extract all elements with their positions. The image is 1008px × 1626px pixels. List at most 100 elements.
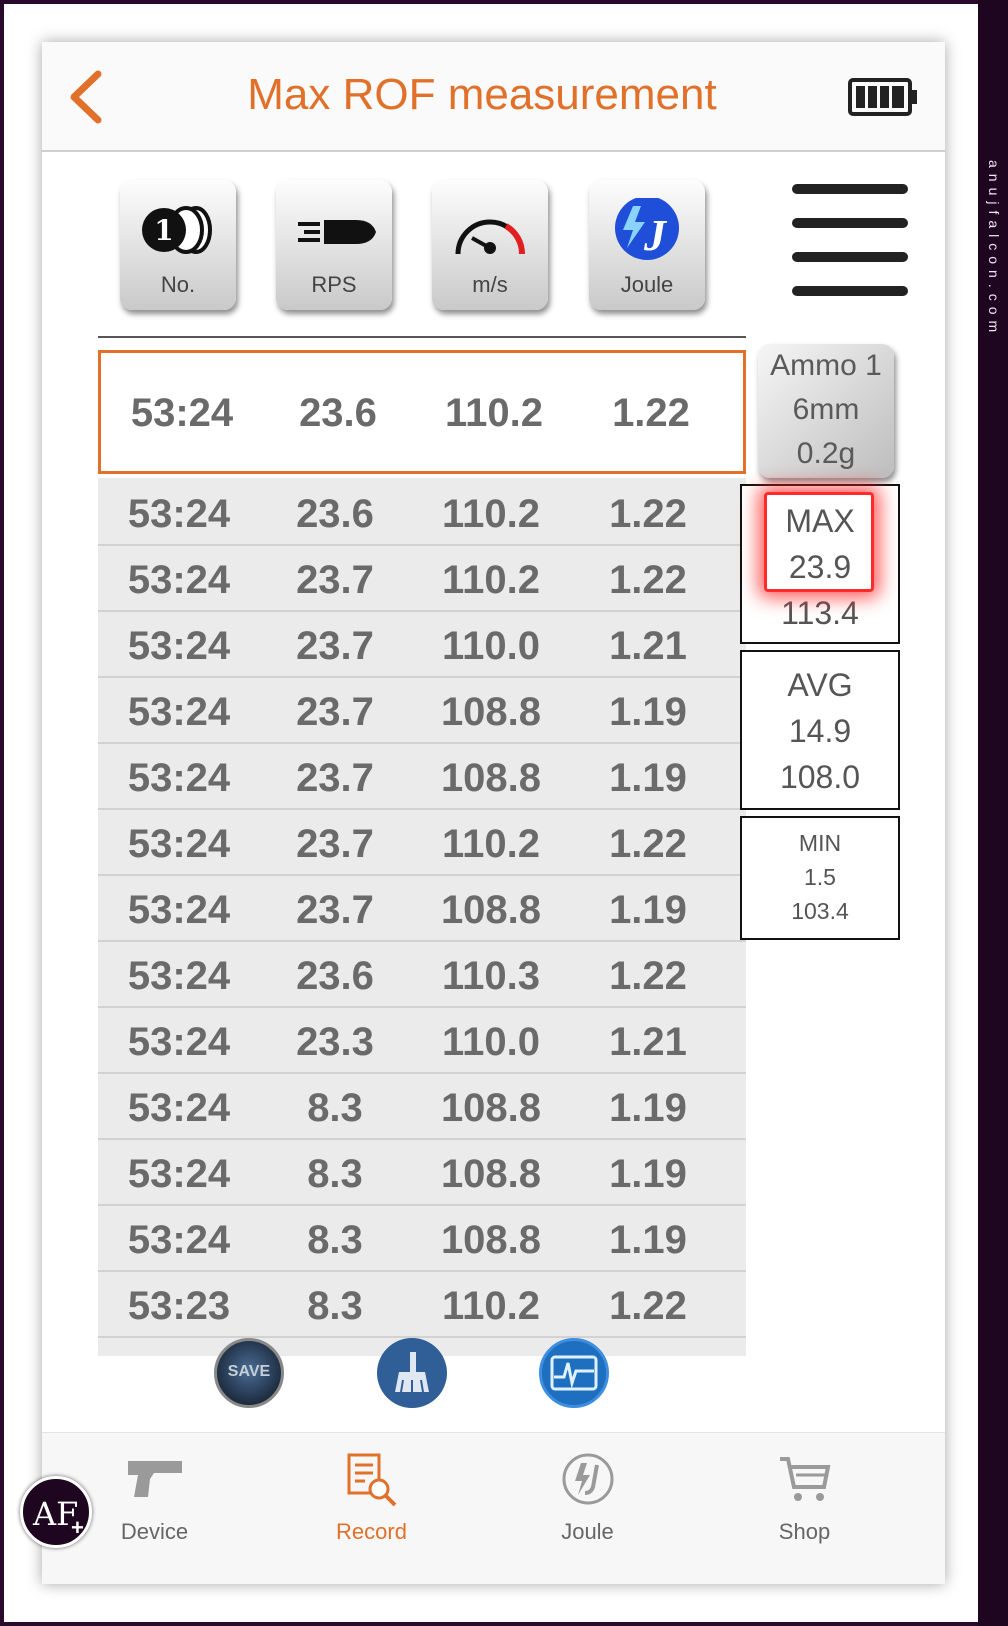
- row-rps: 8.3: [307, 1284, 363, 1328]
- table-row[interactable]: 53:24 23.7 110.2 1.22: [98, 546, 746, 612]
- row-speed: 110.2: [442, 492, 540, 536]
- max-speed: 113.4: [781, 595, 859, 631]
- row-time: 53:24: [127, 1086, 231, 1130]
- row-rps: 23.6: [296, 492, 374, 536]
- rounds-icon: 1: [142, 206, 212, 254]
- bottom-tab-bar: Device Record Joule Shop: [42, 1432, 945, 1584]
- row-speed: 108.8: [440, 888, 542, 932]
- avg-rps: 14.9: [788, 713, 852, 749]
- column-label-speed: m/s: [472, 272, 508, 297]
- record-search-icon: [347, 1453, 397, 1507]
- tab-record-label: Record: [336, 1519, 407, 1544]
- column-button-number[interactable]: 1 No.: [120, 180, 236, 310]
- min-label: MIN: [798, 830, 842, 856]
- pistol-icon: [128, 1461, 182, 1497]
- row-joule: 1.22: [609, 558, 687, 602]
- row-joule: 1.19: [609, 690, 687, 734]
- current-time: 53:24: [130, 391, 234, 435]
- row-joule: 1.21: [609, 624, 687, 668]
- row-time: 53:24: [127, 888, 231, 932]
- row-speed: 110.2: [442, 822, 540, 866]
- table-header-divider: [98, 336, 746, 338]
- table-row[interactable]: 53:24 8.3 108.8 1.19: [98, 1074, 746, 1140]
- watermark-text: anujfalcon.com: [986, 160, 1002, 339]
- watermark-logo: AF +: [20, 1476, 92, 1548]
- svg-text:J: J: [643, 211, 668, 260]
- app-header: Max ROF measurement: [42, 42, 945, 152]
- row-speed: 110.2: [442, 558, 540, 602]
- hamburger-menu-icon[interactable]: [792, 184, 908, 304]
- table-row[interactable]: 53:24 23.7 110.0 1.21: [98, 612, 746, 678]
- bullet-icon: [298, 220, 376, 244]
- min-rps: 1.5: [804, 864, 836, 890]
- row-time: 53:24: [127, 1218, 231, 1262]
- row-rps: 23.7: [296, 822, 374, 866]
- row-rps: 23.6: [296, 954, 374, 998]
- table-row[interactable]: 53:24 8.3 108.8 1.19: [98, 1140, 746, 1206]
- table-row[interactable]: 53:24 23.6 110.2 1.22: [98, 480, 746, 546]
- row-joule: 1.19: [609, 888, 687, 932]
- avg-speed: 108.0: [779, 759, 861, 795]
- max-highlight: [764, 492, 874, 592]
- chevron-left-icon[interactable]: [66, 70, 106, 124]
- clear-button[interactable]: [377, 1338, 447, 1408]
- ammo-name: Ammo 1: [770, 349, 882, 382]
- column-button-joule[interactable]: J Joule: [589, 180, 705, 310]
- current-joule: 1.22: [612, 391, 690, 435]
- row-speed: 108.8: [440, 756, 542, 800]
- waveform-icon: [550, 1355, 598, 1391]
- table-row[interactable]: 53:24 23.7 108.8 1.19: [98, 876, 746, 942]
- column-button-speed[interactable]: m/s: [432, 180, 548, 310]
- row-joule: 1.19: [609, 756, 687, 800]
- tab-joule-label: Joule: [561, 1519, 614, 1544]
- row-rps: 8.3: [307, 1152, 363, 1196]
- row-speed: 110.2: [442, 1284, 540, 1328]
- table-row[interactable]: 53:23 8.3 110.2 1.22: [98, 1272, 746, 1338]
- table-row[interactable]: 53:24 23.6 110.3 1.22: [98, 942, 746, 1008]
- tab-joule[interactable]: Joule: [475, 1433, 700, 1584]
- row-rps: 23.3: [296, 1020, 374, 1064]
- save-label: SAVE: [227, 1363, 271, 1380]
- app-screen: Max ROF measurement 1 No. RPS m/s J Joul…: [42, 42, 945, 1584]
- current-reading-row: 53:24 23.6 110.2 1.22: [98, 350, 746, 474]
- row-rps: 8.3: [307, 1218, 363, 1262]
- table-row[interactable]: 53:24 23.7 108.8 1.19: [98, 678, 746, 744]
- row-speed: 110.0: [442, 624, 540, 668]
- tab-shop[interactable]: Shop: [692, 1433, 917, 1584]
- waveform-button[interactable]: [539, 1338, 609, 1408]
- table-row[interactable]: 53:24 23.3 110.0 1.21: [98, 1008, 746, 1074]
- measurement-list[interactable]: 53:24 23.6 110.2 1.22 53:24 23.7 110.2 1.22 53:2…: [98, 478, 746, 1356]
- speedometer-icon: [455, 219, 526, 255]
- row-time: 53:24: [127, 690, 231, 734]
- row-rps: 23.7: [296, 624, 374, 668]
- column-button-rps[interactable]: RPS: [276, 180, 392, 310]
- save-button[interactable]: SAVE: [214, 1338, 284, 1408]
- row-speed: 110.3: [442, 954, 540, 998]
- row-rps: 23.7: [296, 558, 374, 602]
- row-time: 53:24: [127, 558, 231, 602]
- broom-icon: [395, 1352, 429, 1393]
- table-row[interactable]: 53:24 23.7 110.2 1.22: [98, 810, 746, 876]
- current-speed: 110.2: [445, 391, 543, 435]
- battery-full-icon: [848, 78, 917, 116]
- avg-label: AVG: [787, 667, 853, 703]
- joule-circle-icon: [562, 1453, 614, 1505]
- table-row[interactable]: 53:24 8.3 108.8 1.19: [98, 1206, 746, 1272]
- row-joule: 1.19: [609, 1218, 687, 1262]
- row-joule: 1.22: [609, 1284, 687, 1328]
- max-stat-box: MAX 23.9 113.4: [740, 484, 900, 644]
- row-joule: 1.19: [609, 1086, 687, 1130]
- watermark-strip: anujfalcon.com: [978, 0, 1008, 1626]
- min-speed: 103.4: [791, 898, 849, 924]
- column-label-joule: Joule: [620, 272, 674, 297]
- row-rps: 23.7: [296, 690, 374, 734]
- row-rps: 8.3: [307, 1086, 363, 1130]
- table-row[interactable]: 53:24 23.7 108.8 1.19: [98, 744, 746, 810]
- min-stat-box: MIN 1.5 103.4: [740, 816, 900, 940]
- ammo-caliber: 6mm: [792, 393, 860, 426]
- column-label-number: No.: [160, 272, 196, 297]
- row-joule: 1.22: [609, 954, 687, 998]
- tab-record[interactable]: Record: [259, 1433, 484, 1584]
- row-time: 53:24: [127, 756, 231, 800]
- ammo-selector-button[interactable]: Ammo 1 6mm 0.2g: [758, 344, 894, 478]
